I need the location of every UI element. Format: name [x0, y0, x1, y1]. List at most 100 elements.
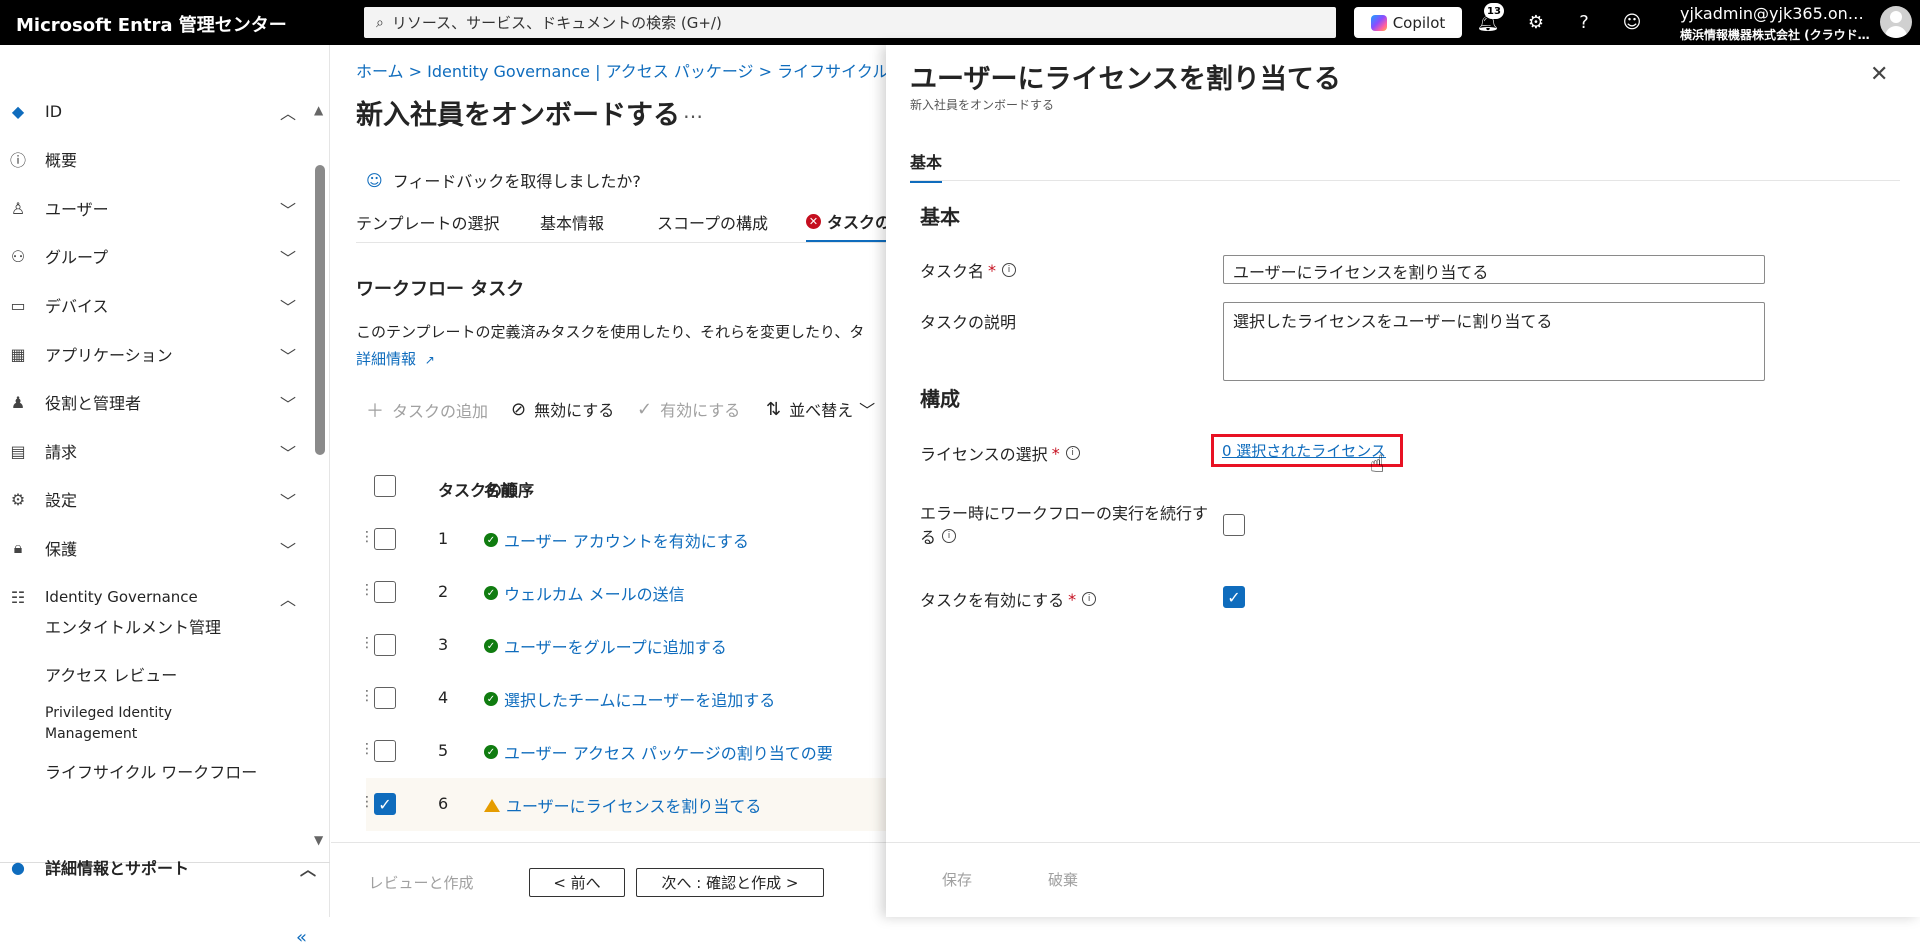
- help-icon[interactable]: ?: [1570, 8, 1598, 36]
- table-row[interactable]: ⋮ 1 ✓ ユーザー アカウントを有効にする: [360, 513, 886, 566]
- column-header-name[interactable]: 名前: [484, 477, 516, 501]
- tab-tasks[interactable]: ✕ タスクの確: [806, 202, 886, 242]
- nav-scrollbar[interactable]: [315, 165, 325, 455]
- sort-button[interactable]: ⇅ 並べ替え ﹀: [766, 397, 875, 421]
- info-icon[interactable]: i: [942, 529, 957, 543]
- task-description-label: タスクの説明: [920, 313, 1017, 332]
- task-name-link[interactable]: ✓ 選択したチームにユーザーを追加する: [484, 687, 775, 711]
- nav-item-identity-governance[interactable]: ☷ Identity Governance ︿: [0, 577, 310, 617]
- continue-on-error-checkbox[interactable]: [1223, 514, 1245, 536]
- nav-sub-entitlement[interactable]: エンタイトルメント管理: [45, 614, 221, 638]
- more-options-button[interactable]: …: [683, 99, 703, 123]
- disable-button[interactable]: ⊘ 無効にする: [511, 397, 614, 421]
- drag-handle-icon[interactable]: ⋮: [360, 688, 374, 704]
- sort-label: 並べ替え: [789, 401, 854, 420]
- nav-item-overview[interactable]: ⓘ 概要: [0, 139, 310, 179]
- chevron-down-icon: ﹀: [279, 201, 296, 220]
- row-checkbox[interactable]: [374, 581, 396, 603]
- scroll-up-icon[interactable]: ▲: [314, 103, 323, 117]
- task-name-link[interactable]: ✓ ユーザー アクセス パッケージの割り当ての要: [484, 740, 833, 764]
- task-order: 1: [438, 529, 449, 548]
- nav-sub-pim[interactable]: Privileged Identity Management: [45, 703, 245, 745]
- task-name-link[interactable]: ✓ ユーザー アカウントを有効にする: [484, 528, 749, 552]
- tab-basics[interactable]: 基本情報: [540, 202, 604, 242]
- next-button[interactable]: 次へ : 確認と作成 >: [636, 868, 824, 897]
- nav-item-roles[interactable]: ♟ 役割と管理者 ﹀: [0, 382, 310, 422]
- task-name-link[interactable]: ユーザーにライセンスを割り当てる: [484, 793, 761, 817]
- nav-item-protection[interactable]: 🔒︎ 保護 ﹀: [0, 528, 310, 568]
- nav-item-billing[interactable]: ▤ 請求 ﹀: [0, 431, 310, 471]
- info-icon[interactable]: i: [1065, 446, 1080, 460]
- nav-item-help-support[interactable]: ● 詳細情報とサポート ︿: [0, 847, 316, 887]
- left-nav: ▲ ◆ ID ︿ ⓘ 概要 ♙ ユーザー ﹀ ⚇ グループ ﹀ ▭ デバイス ﹀…: [0, 45, 330, 948]
- success-icon: ✓: [484, 586, 498, 600]
- collapse-nav-icon[interactable]: «: [296, 927, 307, 948]
- info-icon[interactable]: i: [1082, 592, 1097, 606]
- nav-sub-lifecycle[interactable]: ライフサイクル ワークフロー: [45, 759, 257, 783]
- learn-more-link[interactable]: 詳細情報 ↗: [356, 348, 435, 369]
- gear-icon[interactable]: ⚙: [1522, 8, 1550, 36]
- task-description-textarea[interactable]: 選択したライセンスをユーザーに割り当てる: [1223, 302, 1765, 381]
- nav-item-groups[interactable]: ⚇ グループ ﹀: [0, 236, 310, 276]
- save-button[interactable]: 保存: [942, 869, 972, 890]
- label-text: タスク名: [920, 262, 985, 281]
- previous-button[interactable]: < 前へ: [529, 868, 625, 897]
- nav-item-applications[interactable]: ▦ アプリケーション ﹀: [0, 334, 310, 374]
- row-checkbox[interactable]: ✓: [374, 793, 396, 815]
- chevron-down-icon: ﹀: [279, 492, 296, 511]
- user-icon: ♙: [10, 198, 26, 218]
- nav-item-settings[interactable]: ⚙ 設定 ﹀: [0, 479, 310, 519]
- drag-handle-icon[interactable]: ⋮: [360, 741, 374, 757]
- close-icon[interactable]: ✕: [1870, 62, 1888, 87]
- enable-task-checkbox[interactable]: ✓: [1223, 586, 1245, 608]
- flyout-title: ユーザーにライセンスを割り当てる: [910, 64, 1341, 95]
- tab-scope[interactable]: スコープの構成: [657, 202, 768, 242]
- success-icon: ✓: [484, 692, 498, 706]
- avatar[interactable]: [1880, 6, 1912, 38]
- select-licenses-label: 0 選択されたライセンス: [1222, 442, 1387, 460]
- row-checkbox[interactable]: [374, 634, 396, 656]
- task-name-input[interactable]: ユーザーにライセンスを割り当てる: [1223, 255, 1765, 284]
- notification-badge: 13: [1484, 3, 1504, 19]
- drag-handle-icon[interactable]: ⋮: [360, 635, 374, 651]
- feedback-link[interactable]: ☺ フィードバックを取得しましたか?: [366, 168, 641, 192]
- task-name-link[interactable]: ✓ ウェルカム メールの送信: [484, 581, 685, 605]
- chevron-up-icon: ︿: [279, 104, 296, 123]
- app-title[interactable]: Microsoft Entra 管理センター: [16, 11, 287, 37]
- table-row[interactable]: ⋮ 3 ✓ ユーザーをグループに追加する: [360, 619, 886, 672]
- flyout-footer: 保存 破棄: [886, 842, 1920, 917]
- select-all-checkbox[interactable]: [374, 475, 396, 497]
- account-name[interactable]: yjkadmin@yjk365.on…: [1680, 4, 1864, 23]
- add-task-button[interactable]: ＋ タスクの追加: [366, 397, 488, 423]
- row-checkbox[interactable]: [374, 740, 396, 762]
- row-checkbox[interactable]: [374, 528, 396, 550]
- enable-button[interactable]: ✓ 有効にする: [637, 397, 740, 421]
- task-name: ウェルカム メールの送信: [504, 585, 685, 604]
- breadcrumb[interactable]: ホーム > Identity Governance | アクセス パッケージ >…: [356, 58, 886, 82]
- search-input[interactable]: ⌕ リソース、サービス、ドキュメントの検索 (G+/): [364, 7, 1336, 38]
- drag-handle-icon[interactable]: ⋮: [360, 582, 374, 598]
- discard-button[interactable]: 破棄: [1048, 869, 1078, 890]
- drag-handle-icon[interactable]: ⋮: [360, 529, 374, 545]
- copilot-button[interactable]: Copilot: [1354, 7, 1462, 38]
- feedback-icon[interactable]: ☺: [1618, 8, 1646, 36]
- table-row[interactable]: ⋮ 2 ✓ ウェルカム メールの送信: [360, 566, 886, 619]
- table-row[interactable]: ⋮ 5 ✓ ユーザー アクセス パッケージの割り当ての要: [360, 725, 886, 778]
- row-checkbox[interactable]: [374, 687, 396, 709]
- table-row[interactable]: ⋮ ✓ 6 ユーザーにライセンスを割り当てる: [360, 778, 886, 831]
- identity-icon: ◆: [11, 101, 25, 121]
- continue-on-error-label-cont: るi: [920, 524, 957, 548]
- drag-handle-icon[interactable]: ⋮: [360, 794, 374, 810]
- info-icon[interactable]: i: [1002, 263, 1017, 277]
- task-name-link[interactable]: ✓ ユーザーをグループに追加する: [484, 634, 727, 658]
- nav-item-users[interactable]: ♙ ユーザー ﹀: [0, 188, 310, 228]
- tab-basic[interactable]: 基本: [910, 149, 943, 183]
- nav-item-id[interactable]: ◆ ID ︿: [0, 91, 310, 131]
- tab-template[interactable]: テンプレートの選択: [356, 202, 500, 242]
- nav-item-devices[interactable]: ▭ デバイス ﹀: [0, 285, 310, 325]
- chevron-down-icon: ﹀: [279, 347, 296, 366]
- review-create-button[interactable]: レビューと作成: [356, 868, 486, 897]
- table-row[interactable]: ⋮ 4 ✓ 選択したチームにユーザーを追加する: [360, 672, 886, 725]
- nav-sub-access-reviews[interactable]: アクセス レビュー: [45, 662, 177, 686]
- scroll-down-icon[interactable]: ▼: [314, 833, 323, 847]
